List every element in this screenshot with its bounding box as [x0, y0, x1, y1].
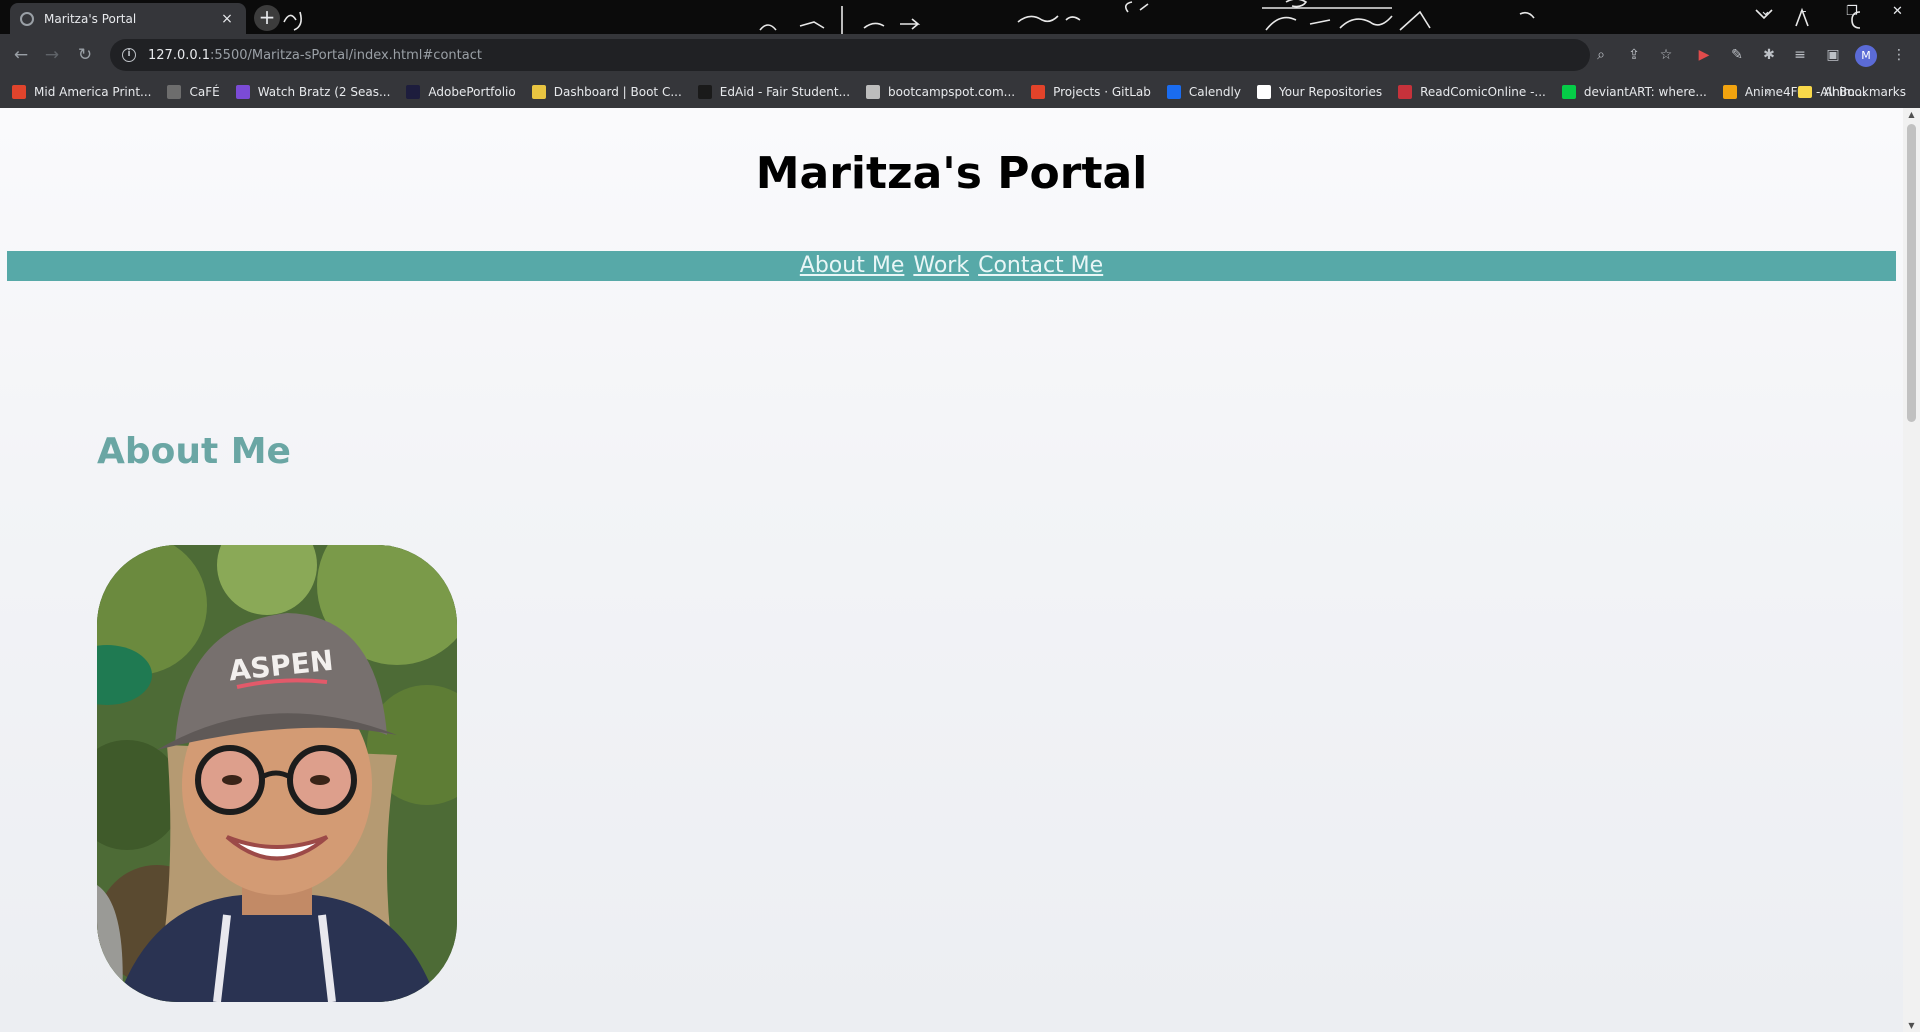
nav-link-about[interactable]: About Me: [800, 253, 905, 278]
bookmark-item[interactable]: bootcampspot.com...: [866, 85, 1015, 99]
folder-icon: [1798, 86, 1813, 98]
new-tab-button[interactable]: +: [254, 5, 280, 31]
bookmark-favicon-icon: [697, 85, 712, 99]
tab-strip: Maritza's Portal × + ⌄ – ❐ ✕: [0, 0, 1920, 34]
share-icon[interactable]: ⇪: [1624, 45, 1644, 65]
url-path: :5500/Maritza-sPortal/index.html#contact: [210, 47, 482, 63]
bookmark-item[interactable]: Calendly: [1166, 85, 1241, 99]
scrollbar-thumb[interactable]: [1907, 124, 1916, 422]
bookmark-favicon-icon: [12, 85, 26, 99]
forward-arrow-icon[interactable]: →: [41, 44, 63, 66]
close-window-icon[interactable]: ✕: [1892, 4, 1903, 19]
bookmark-favicon-icon: [1398, 85, 1413, 99]
bookmark-item[interactable]: Your Repositories: [1256, 85, 1382, 99]
tab-title: Maritza's Portal: [44, 11, 137, 26]
extensions-puzzle-icon[interactable]: ✱: [1759, 45, 1779, 65]
zoom-icon[interactable]: ⌕: [1591, 45, 1611, 65]
profile-photo: ASPEN: [97, 545, 457, 1002]
eyedropper-icon[interactable]: ✎: [1727, 45, 1747, 65]
nav-link-work[interactable]: Work: [913, 253, 969, 278]
bookmark-favicon-icon: [1031, 85, 1046, 99]
page-scrollbar[interactable]: ▲ ▼: [1903, 108, 1920, 1032]
profile-photo-illustration: ASPEN: [97, 545, 457, 1002]
scroll-up-arrow-icon[interactable]: ▲: [1903, 110, 1920, 119]
bookmark-item[interactable]: AdobePortfolio: [406, 85, 516, 99]
maximize-icon[interactable]: ❐: [1846, 4, 1858, 19]
browser-tab[interactable]: Maritza's Portal ×: [10, 3, 246, 34]
menu-kebab-icon[interactable]: ⋮: [1889, 45, 1909, 65]
bookmark-star-icon[interactable]: ☆: [1656, 45, 1676, 65]
bookmarks-bar: Mid America Print... CaFÉ Watch Bratz (2…: [0, 76, 1920, 108]
site-info-icon[interactable]: i: [122, 48, 136, 62]
globe-icon: [20, 11, 34, 26]
bookmark-item[interactable]: EdAid - Fair Student...: [697, 85, 850, 99]
scroll-down-arrow-icon[interactable]: ▼: [1903, 1021, 1920, 1030]
bookmarks-overflow: » All Bookmarks: [1764, 76, 1906, 108]
extension-record-icon[interactable]: ▶: [1694, 45, 1714, 65]
profile-avatar[interactable]: M: [1855, 45, 1877, 67]
tab-search-icon[interactable]: ⌄: [1760, 4, 1771, 19]
bookmark-favicon-icon: [531, 85, 546, 99]
url-host: 127.0.0.1: [148, 47, 211, 63]
bookmark-favicon-icon: [1561, 85, 1576, 99]
bookmark-favicon-icon: [167, 85, 182, 99]
bookmark-favicon-icon: [406, 85, 421, 99]
bookmark-favicon-icon: [1256, 85, 1271, 99]
bookmark-item[interactable]: deviantART: where...: [1561, 85, 1707, 99]
bookmark-favicon-icon: [1722, 85, 1737, 99]
side-panel-icon[interactable]: ▣: [1823, 45, 1843, 65]
page-title: Maritza's Portal: [755, 148, 1148, 199]
bookmark-item[interactable]: Dashboard | Boot C...: [531, 85, 682, 99]
media-queue-icon[interactable]: ≡: [1790, 45, 1810, 65]
minimize-icon[interactable]: –: [1800, 4, 1807, 19]
bookmark-item[interactable]: Projects · GitLab: [1031, 85, 1151, 99]
close-tab-icon[interactable]: ×: [218, 11, 236, 27]
bookmark-favicon-icon: [235, 85, 250, 99]
bookmark-item[interactable]: CaFÉ: [167, 85, 220, 99]
site-nav: About Me Work Contact Me: [7, 251, 1896, 281]
window-background-art: [283, 0, 1861, 34]
page-viewport: Maritza's Portal About Me Work Contact M…: [0, 108, 1920, 1032]
reload-icon[interactable]: ↻: [74, 44, 96, 66]
back-arrow-icon[interactable]: ←: [10, 44, 32, 66]
bookmark-favicon-icon: [866, 85, 881, 99]
address-bar[interactable]: i 127.0.0.1 :5500/Maritza-sPortal/index.…: [110, 39, 1590, 71]
bookmark-item[interactable]: Mid America Print...: [12, 85, 151, 99]
nav-link-contact[interactable]: Contact Me: [978, 253, 1103, 278]
bookmark-item[interactable]: ReadComicOnline -...: [1398, 85, 1546, 99]
browser-toolbar: ← → ↻ i 127.0.0.1 :5500/Maritza-sPortal/…: [0, 34, 1920, 76]
bookmark-item[interactable]: Watch Bratz (2 Seas...: [235, 85, 390, 99]
more-bookmarks-chevron-icon[interactable]: »: [1764, 85, 1772, 100]
about-heading: About Me: [97, 431, 291, 472]
bookmark-favicon-icon: [1166, 85, 1181, 99]
all-bookmarks-button[interactable]: All Bookmarks: [1820, 85, 1906, 99]
